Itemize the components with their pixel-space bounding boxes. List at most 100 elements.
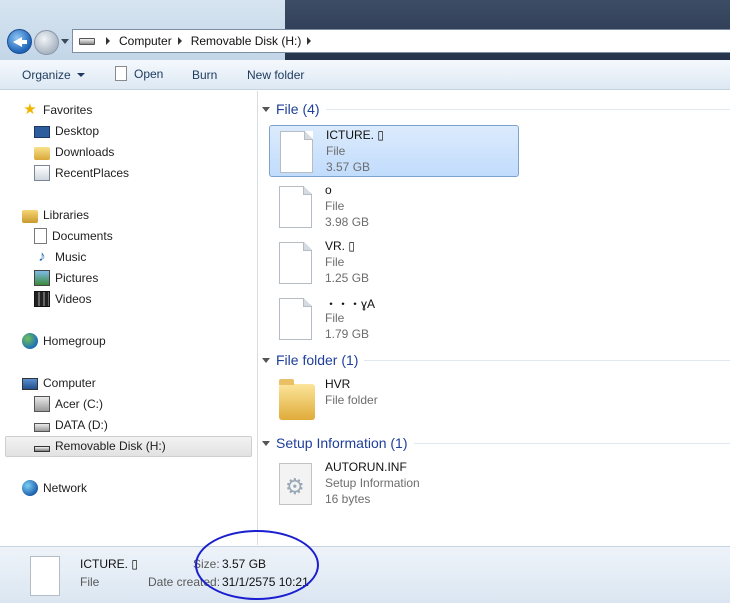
folder-icon [279, 379, 315, 420]
recent-pages-dropdown[interactable] [61, 39, 69, 44]
setup-file-icon [279, 463, 312, 505]
group-header-file-folder[interactable]: File folder (1) [262, 350, 730, 370]
breadcrumb-removable-disk[interactable]: Removable Disk (H:) [191, 34, 302, 48]
chevron-right-icon[interactable] [307, 37, 312, 45]
back-button[interactable] [7, 29, 32, 54]
file-size: 16 bytes [325, 492, 371, 506]
group-header-file[interactable]: File (4) [262, 99, 730, 119]
details-pane: ICTURE. ▯ File Size: 3.57 GB Date create… [0, 546, 730, 603]
nav-network[interactable]: Network [22, 478, 87, 498]
file-icon [279, 186, 312, 228]
nav-label: Homegroup [43, 334, 106, 348]
details-file-type: File [80, 575, 100, 589]
nav-homegroup[interactable]: Homegroup [22, 331, 106, 351]
file-item[interactable]: ICTURE. ▯ File 3.57 GB [269, 125, 519, 177]
file-item[interactable]: ・・・ɣA File 1.79 GB [269, 293, 519, 345]
file-item[interactable]: o File 3.98 GB [269, 181, 519, 233]
nav-label: Removable Disk (H:) [55, 439, 166, 453]
file-name: VR. ▯ [325, 239, 355, 253]
divider [364, 359, 730, 361]
nav-label: Downloads [55, 145, 115, 159]
file-type: Setup Information [325, 476, 420, 490]
music-icon: ♪ [38, 248, 46, 265]
desktop-icon [34, 126, 50, 138]
folder-type: File folder [325, 393, 378, 407]
file-item[interactable]: AUTORUN.INF Setup Information 16 bytes [269, 458, 519, 510]
nav-label: Pictures [55, 271, 99, 285]
file-item[interactable]: VR. ▯ File 1.25 GB [269, 237, 519, 289]
nav-music[interactable]: ♪ Music [34, 247, 86, 267]
videos-icon [34, 291, 50, 307]
file-name: ・・・ɣA [325, 297, 376, 311]
group-title: Setup Information (1) [276, 435, 408, 451]
document-icon [115, 66, 127, 81]
hard-drive-icon [34, 423, 50, 432]
folder-name: HVR [325, 377, 351, 391]
nav-label: Music [55, 250, 87, 264]
nav-documents[interactable]: Documents [34, 226, 113, 246]
nav-label: Desktop [55, 124, 100, 138]
chevron-down-icon [76, 73, 85, 77]
recent-places-icon [34, 165, 50, 181]
open-button[interactable]: Open [115, 66, 163, 81]
organize-button[interactable]: Organize [22, 68, 85, 82]
system-drive-icon [34, 396, 50, 412]
file-type: File [325, 255, 345, 269]
forward-button[interactable] [34, 30, 59, 55]
annotation-circle [195, 530, 319, 600]
nav-label: RecentPlaces [55, 166, 130, 180]
file-icon [279, 242, 312, 284]
burn-button[interactable]: Burn [192, 68, 217, 82]
chevron-right-icon[interactable] [106, 37, 110, 45]
new-folder-button[interactable]: New folder [247, 68, 304, 82]
open-label: Open [134, 66, 164, 81]
file-type: File [326, 144, 346, 158]
address-bar[interactable]: Computer Removable Disk (H:) [72, 29, 730, 53]
nav-label: Documents [52, 229, 113, 243]
nav-desktop[interactable]: Desktop [34, 121, 99, 141]
nav-downloads[interactable]: Downloads [34, 142, 114, 162]
file-icon [280, 131, 313, 173]
nav-acer-drive[interactable]: Acer (C:) [34, 394, 103, 414]
collapse-icon [262, 357, 270, 363]
file-type: File [325, 311, 345, 325]
folder-icon [34, 146, 50, 160]
navigation-pane: ★ Favorites Desktop Downloads RecentPlac… [0, 91, 258, 545]
divider [325, 108, 730, 110]
removable-drive-icon [34, 446, 50, 452]
collapse-icon [262, 106, 270, 112]
nav-label: Videos [55, 292, 92, 306]
star-icon: ★ [23, 101, 37, 118]
group-header-setup-information[interactable]: Setup Information (1) [262, 433, 730, 453]
computer-icon [22, 377, 38, 390]
file-name: o [325, 183, 332, 197]
nav-label: Favorites [43, 103, 93, 117]
chevron-right-icon[interactable] [177, 37, 182, 45]
nav-favorites[interactable]: ★ Favorites [22, 100, 92, 120]
file-name: AUTORUN.INF [325, 460, 407, 474]
nav-computer[interactable]: Computer [22, 373, 96, 393]
divider [413, 442, 730, 444]
nav-videos[interactable]: Videos [34, 289, 91, 309]
breadcrumb-computer[interactable]: Computer [119, 34, 172, 48]
nav-recent-places[interactable]: RecentPlaces [34, 163, 129, 183]
homegroup-icon [22, 333, 38, 349]
nav-data-drive[interactable]: DATA (D:) [34, 415, 108, 435]
organize-label: Organize [22, 68, 71, 82]
nav-label: Libraries [43, 208, 90, 222]
file-size: 3.98 GB [325, 215, 370, 229]
folder-item[interactable]: HVR File folder [269, 375, 519, 427]
command-bar: Organize Open Burn New folder [0, 60, 730, 90]
documents-icon [34, 228, 47, 244]
file-name: ICTURE. ▯ [326, 128, 384, 142]
group-title: File (4) [276, 101, 320, 117]
file-icon [30, 556, 60, 596]
nav-libraries[interactable]: Libraries [22, 205, 89, 225]
nav-removable-disk[interactable]: Removable Disk (H:) [34, 436, 166, 456]
file-icon [279, 298, 312, 340]
pictures-icon [34, 270, 50, 286]
file-type: File [325, 199, 345, 213]
file-size: 1.25 GB [325, 271, 370, 285]
nav-pictures[interactable]: Pictures [34, 268, 98, 288]
file-list: File (4) ICTURE. ▯ File 3.57 GB o File 3… [259, 91, 730, 545]
